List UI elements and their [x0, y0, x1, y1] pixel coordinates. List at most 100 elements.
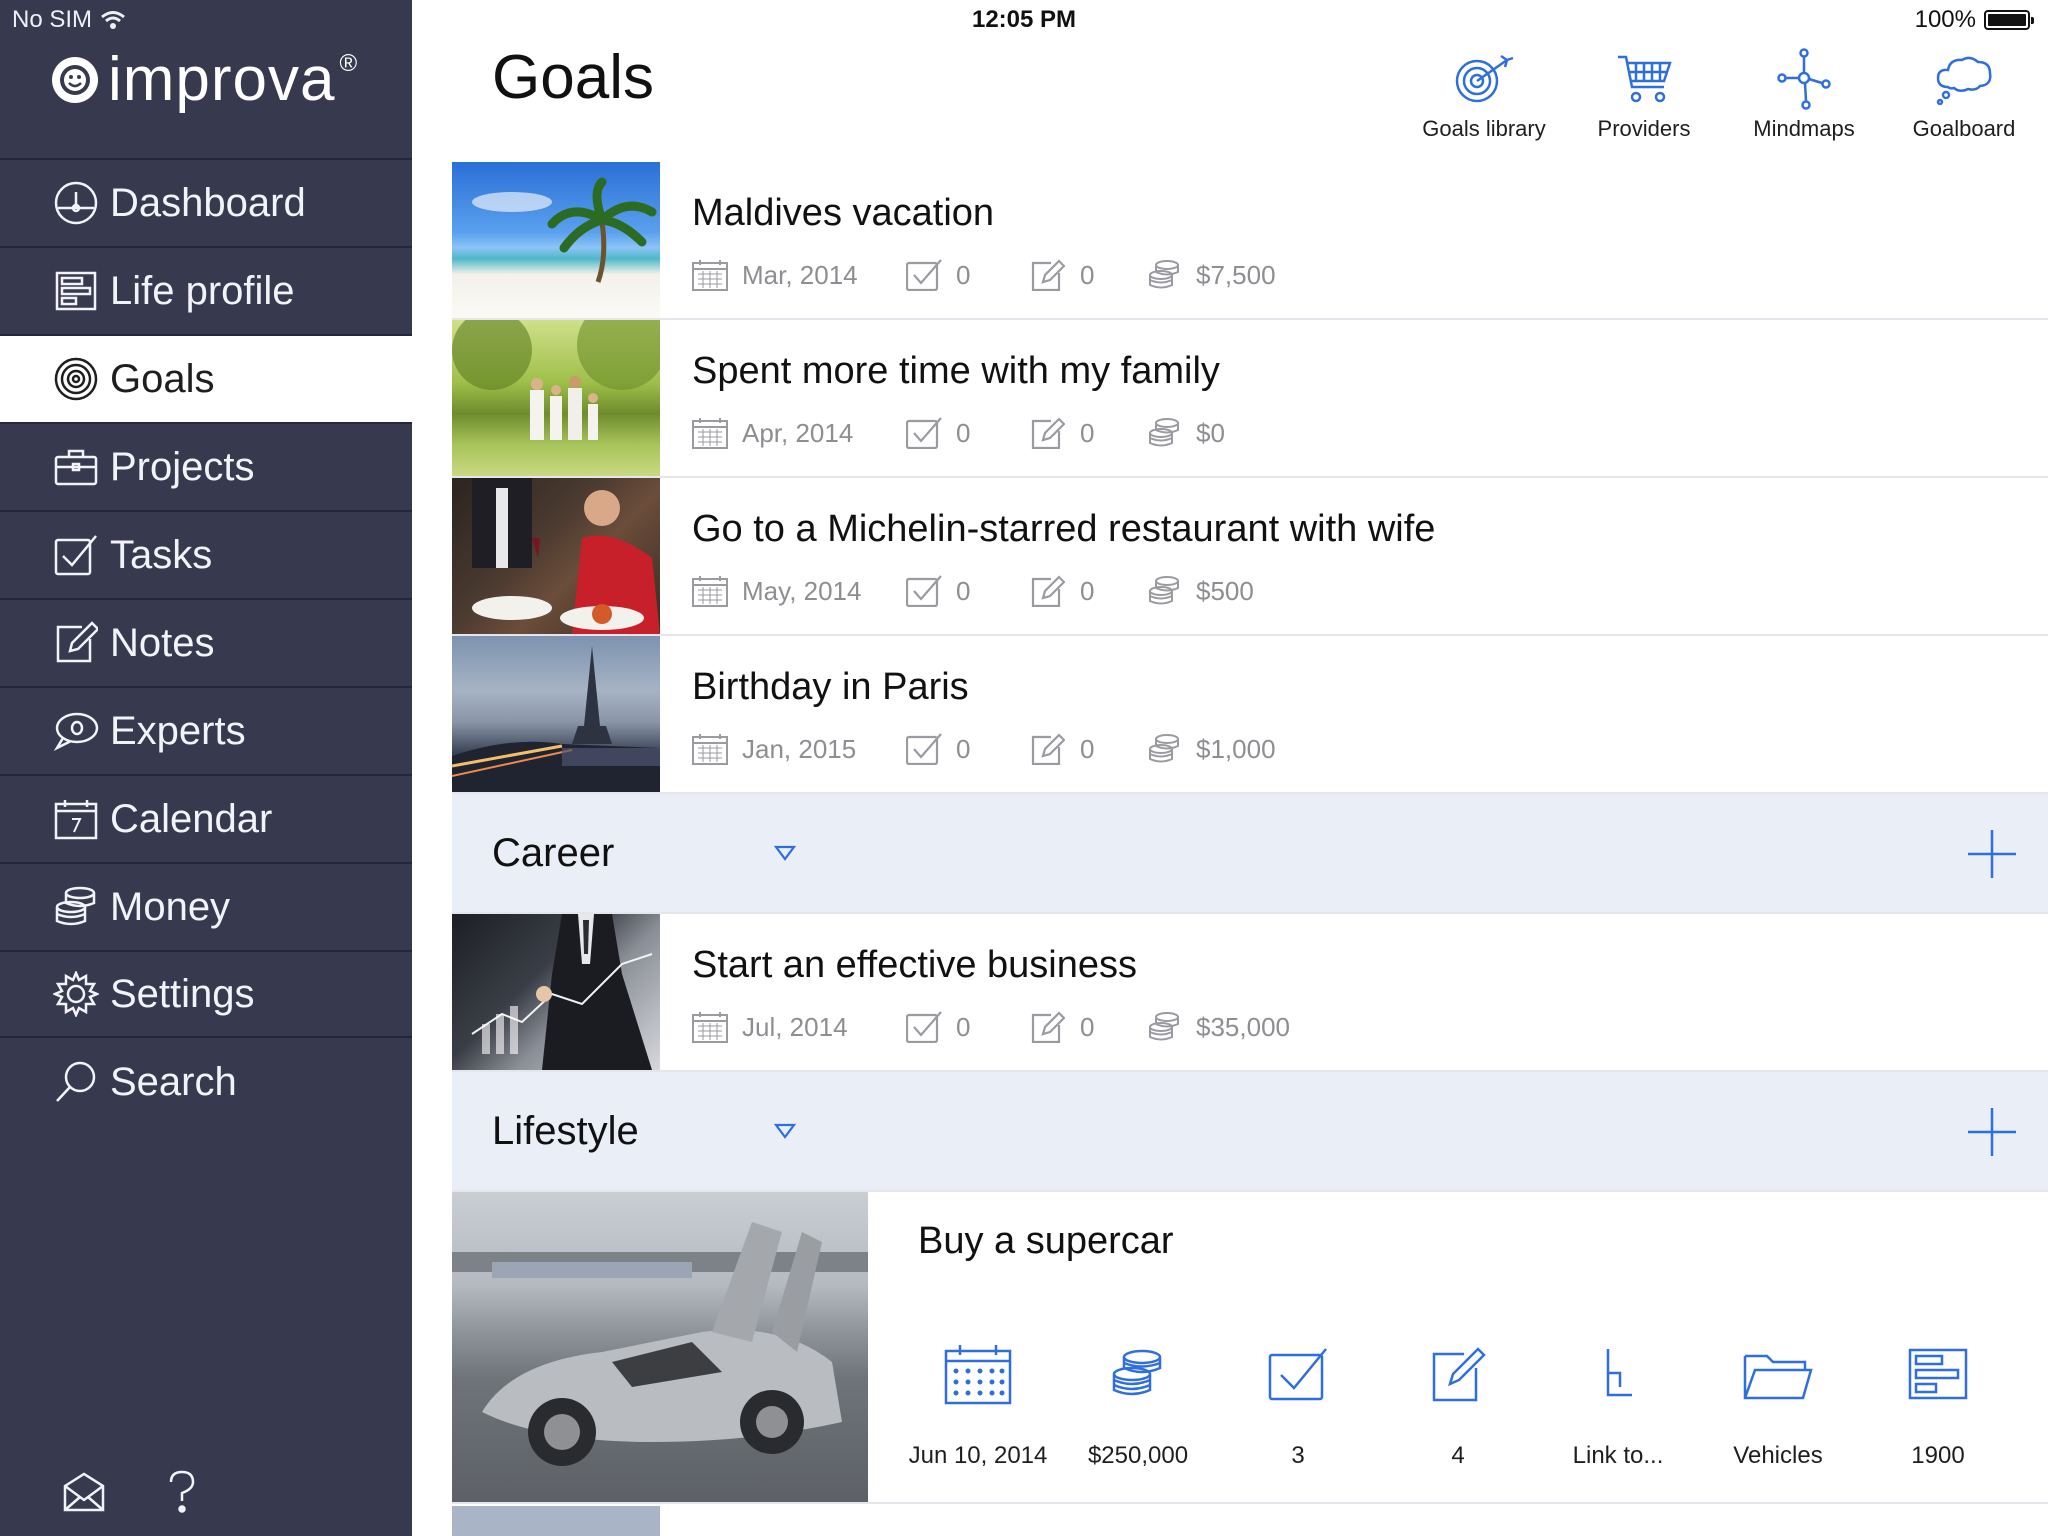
- goal-body: Maldives vacation Mar, 2014 0 0 $7,500: [660, 162, 1276, 318]
- goal-money: $500: [1146, 574, 1254, 608]
- goal-money-detail[interactable]: $250,000: [1058, 1340, 1218, 1470]
- goal-folder-detail[interactable]: Vehicles: [1698, 1340, 1858, 1470]
- sidebar-item-calendar[interactable]: Calendar: [0, 774, 412, 862]
- battery-status: 100%: [1915, 6, 2034, 34]
- goal-row[interactable]: Birthday in Paris Jan, 2015 0 0 $1,000: [452, 636, 2048, 794]
- goal-notes: 0: [1030, 416, 1146, 450]
- sidebar-item-dashboard[interactable]: Dashboard: [0, 158, 412, 246]
- goal-money-value: $35,000: [1196, 1011, 1290, 1042]
- goals-target-icon: [52, 355, 100, 403]
- goal-money-value: $500: [1196, 575, 1254, 606]
- calendar-icon: [944, 1340, 1012, 1408]
- sidebar-item-settings[interactable]: Settings: [0, 950, 412, 1038]
- checkbox-icon: [1268, 1340, 1328, 1408]
- briefcase-icon: [52, 443, 100, 491]
- checkbox-icon: [906, 258, 942, 292]
- goal-link-detail[interactable]: Link to...: [1538, 1340, 1698, 1470]
- sidebar-item-projects[interactable]: Projects: [0, 422, 412, 510]
- goal-date: Apr, 2014: [692, 416, 906, 450]
- goal-date-value: Mar, 2014: [742, 259, 858, 290]
- goal-notes-detail[interactable]: 4: [1378, 1340, 1538, 1470]
- sidebar-item-label: Goals: [110, 356, 215, 401]
- goal-row[interactable]: Go to a Michelin-starred restaurant with…: [452, 478, 2048, 636]
- goal-tasks-count: 0: [956, 259, 971, 290]
- detail-label: 1900: [1911, 1442, 1965, 1469]
- goal-date-detail[interactable]: Jun 10, 2014: [898, 1340, 1058, 1470]
- checkbox-icon: [52, 531, 100, 579]
- gear-icon: [52, 970, 100, 1018]
- target-arrow-icon: [1453, 48, 1515, 110]
- tool-label: Providers: [1597, 116, 1691, 141]
- goal-date-value: May, 2014: [742, 575, 862, 606]
- sidebar-item-label: Search: [110, 1059, 237, 1104]
- add-goal-plus-icon[interactable]: [1966, 1106, 2018, 1158]
- goal-title: Birthday in Paris: [692, 666, 969, 708]
- goal-date-value: Apr, 2014: [742, 417, 854, 448]
- detail-label: 4: [1451, 1442, 1465, 1469]
- goalboard-button[interactable]: Goalboard: [1884, 48, 2044, 142]
- checkbox-icon: [906, 416, 942, 450]
- sidebar-item-goals[interactable]: Goals: [0, 334, 412, 422]
- battery-icon: [1984, 10, 2034, 30]
- mindmap-icon: [1776, 48, 1832, 110]
- add-goal-plus-icon[interactable]: [1966, 828, 2018, 880]
- goal-body: Go to a Michelin-starred restaurant with…: [660, 478, 1435, 634]
- sidebar-item-label: Money: [110, 884, 231, 929]
- triangle-down-icon[interactable]: [770, 838, 800, 868]
- mail-icon[interactable]: [60, 1468, 108, 1516]
- search-icon: [52, 1058, 100, 1106]
- coins-icon: [1146, 732, 1182, 766]
- goal-tasks-count: 0: [956, 417, 971, 448]
- triangle-down-icon[interactable]: [770, 1116, 800, 1146]
- goal-money: $35,000: [1146, 1010, 1290, 1044]
- sidebar-item-search[interactable]: Search: [0, 1038, 412, 1126]
- category-header-lifestyle[interactable]: Lifestyle: [452, 1072, 2048, 1192]
- goal-tasks-count: 0: [956, 1011, 971, 1042]
- category-header-career[interactable]: Career: [452, 794, 2048, 914]
- calendar-icon: [692, 732, 728, 766]
- goal-tasks-count: 0: [956, 733, 971, 764]
- tool-label: Goalboard: [1912, 116, 2016, 141]
- goal-tasks-detail[interactable]: 3: [1218, 1340, 1378, 1470]
- mindmaps-button[interactable]: Mindmaps: [1724, 48, 1884, 142]
- calendar-icon: [692, 574, 728, 608]
- sidebar-item-experts[interactable]: Experts: [0, 686, 412, 774]
- expanded-goal-row[interactable]: Buy a supercar Jun 10, 2014 $250,000 3 4: [452, 1192, 2048, 1504]
- providers-button[interactable]: Providers: [1564, 48, 1724, 142]
- sidebar-item-money[interactable]: Money: [0, 862, 412, 950]
- note-edit-icon: [1430, 1340, 1486, 1408]
- paris-eiffel-photo: [452, 636, 660, 792]
- sidebar-item-label: Projects: [110, 444, 255, 489]
- goals-library-button[interactable]: Goals library: [1404, 48, 1564, 142]
- goal-meta: Mar, 2014 0 0 $7,500: [692, 258, 1276, 292]
- checkbox-icon: [906, 1010, 942, 1044]
- link-icon: [1598, 1340, 1638, 1408]
- page-title: Goals: [492, 43, 654, 112]
- brand-name: improva: [108, 45, 336, 114]
- goal-notes: 0: [1030, 1010, 1146, 1044]
- sidebar-item-tasks[interactable]: Tasks: [0, 510, 412, 598]
- goal-tasks: 0: [906, 258, 1030, 292]
- goal-tasks: 0: [906, 574, 1030, 608]
- coins-icon: [1110, 1340, 1166, 1408]
- goal-row[interactable]: Spent more time with my family Apr, 2014…: [452, 320, 2048, 478]
- goal-row[interactable]: Maldives vacation Mar, 2014 0 0 $7,500: [452, 162, 2048, 320]
- goal-title: Spent more time with my family: [692, 350, 1220, 392]
- life-profile-icon: [1908, 1340, 1968, 1408]
- sidebar-item-notes[interactable]: Notes: [0, 598, 412, 686]
- help-icon[interactable]: [158, 1468, 206, 1516]
- beach-palm-photo: [452, 162, 660, 318]
- detail-label: 3: [1291, 1442, 1305, 1469]
- goal-profile-detail[interactable]: 1900: [1858, 1340, 2018, 1470]
- goal-money: $7,500: [1146, 258, 1276, 292]
- note-edit-icon: [1030, 574, 1066, 608]
- goal-tasks-count: 0: [956, 575, 971, 606]
- sidebar-item-label: Settings: [110, 971, 255, 1016]
- sidebar: improva ® Dashboard Life profile Goals P…: [0, 0, 412, 1536]
- coins-icon: [1146, 574, 1182, 608]
- goal-row[interactable]: Start an effective business Jul, 2014 0 …: [452, 914, 2048, 1072]
- goal-money-value: $1,000: [1196, 733, 1276, 764]
- next-goal-thumbnail: [452, 1506, 660, 1536]
- detail-label: Link to...: [1572, 1442, 1664, 1469]
- sidebar-item-life-profile[interactable]: Life profile: [0, 246, 412, 334]
